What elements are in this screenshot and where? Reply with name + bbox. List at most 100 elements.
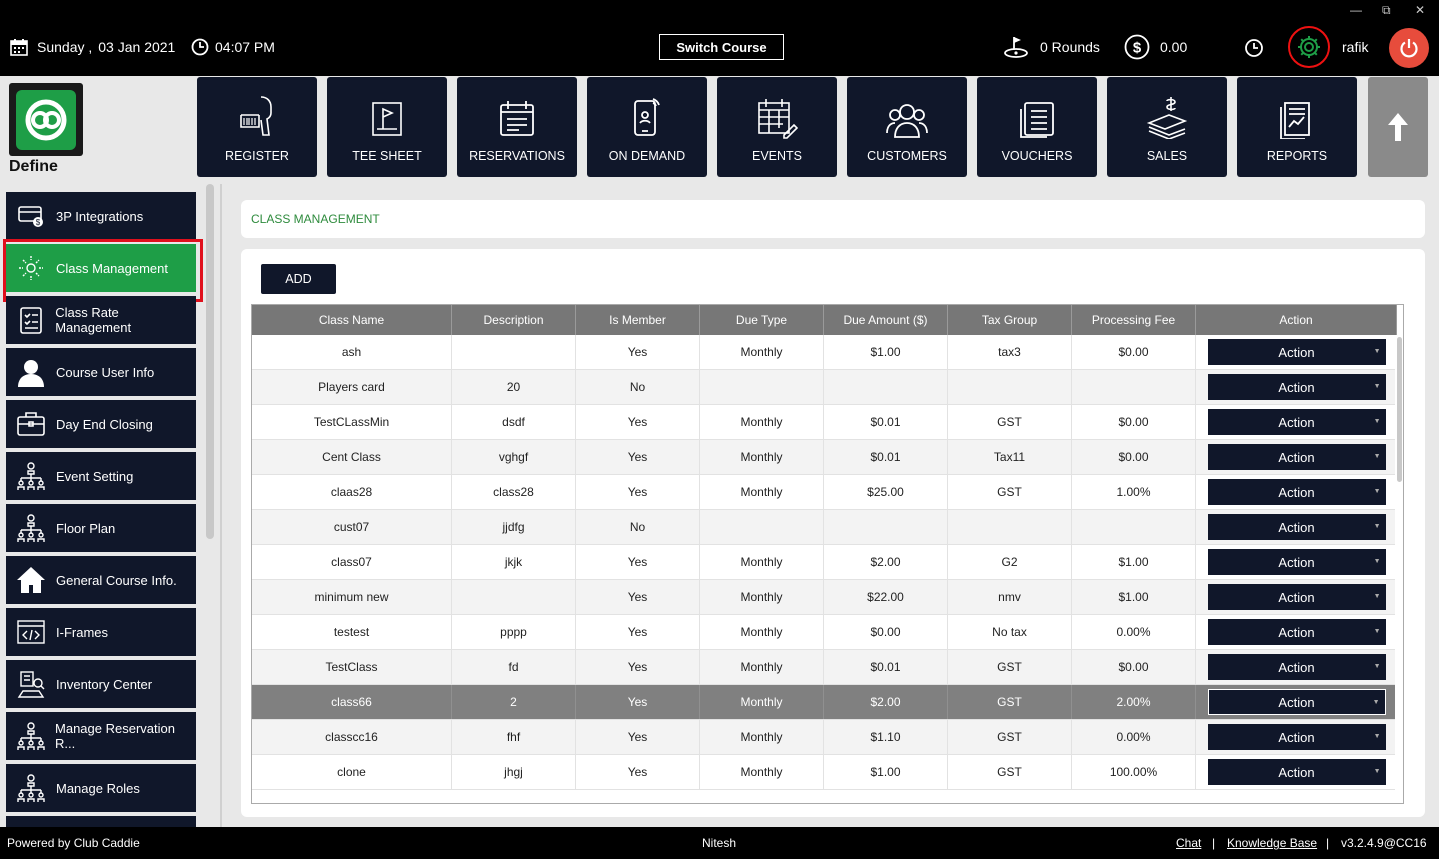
mobile-icon	[634, 98, 660, 136]
money-icon	[1146, 97, 1188, 139]
sidebar-item-floor-plan[interactable]: Floor Plan	[6, 504, 196, 552]
settings-button[interactable]	[1288, 26, 1330, 68]
scroll-thumb[interactable]	[1397, 337, 1402, 482]
add-button[interactable]: ADD	[261, 264, 336, 294]
table-cell	[452, 580, 576, 614]
column-header[interactable]: Due Type	[700, 305, 824, 335]
action-dropdown[interactable]: Action ▼	[1207, 514, 1386, 540]
sidebar-item-day-end-closing[interactable]: Day End Closing	[6, 400, 196, 448]
table-row[interactable]: cust07 jjdfg No Action ▼	[252, 510, 1397, 545]
switch-course-button[interactable]: Switch Course	[659, 34, 784, 60]
table-cell: $0.00	[1072, 405, 1196, 439]
table-cell: Monthly	[700, 475, 824, 509]
column-header[interactable]: Processing Fee	[1072, 305, 1196, 335]
column-header[interactable]: Tax Group	[948, 305, 1072, 335]
table-row[interactable]: claas28 class28 Yes Monthly $25.00 GST 1.00% Ac…	[252, 475, 1397, 510]
table-scrollbar[interactable]	[1395, 335, 1403, 803]
balance-text: 0.00	[1160, 39, 1188, 55]
window-close-button[interactable]: ✕	[1415, 3, 1425, 17]
nav-register[interactable]: REGISTER	[197, 77, 317, 177]
action-dropdown[interactable]: Action ▼	[1207, 654, 1386, 680]
sidebar-item-manage-roles[interactable]: Manage Roles	[6, 764, 196, 812]
chat-link[interactable]: Chat	[1176, 836, 1201, 850]
action-dropdown[interactable]: Action ▼	[1207, 444, 1386, 470]
table-row[interactable]: Cent Class vghgf Yes Monthly $0.01 Tax11 $0.00…	[252, 440, 1397, 475]
nav-reports[interactable]: REPORTS	[1237, 77, 1357, 177]
sidebar-item-label: Class Rate Management	[55, 305, 132, 335]
column-header[interactable]: Description	[452, 305, 576, 335]
action-dropdown[interactable]: Action ▼	[1207, 409, 1386, 435]
main-panel: ADD Class Name Description Is Member Due Ty…	[241, 249, 1425, 817]
action-cell: Action ▼	[1196, 650, 1397, 684]
nav-reports-label: REPORTS	[1266, 149, 1328, 163]
table-row[interactable]: classcc16 fhf Yes Monthly $1.10 GST 0.00% Actio…	[252, 720, 1397, 755]
chevron-down-icon: ▼	[1373, 348, 1381, 355]
table-cell: $25.00	[824, 475, 948, 509]
nav-on-demand[interactable]: ON DEMAND	[587, 77, 707, 177]
sidebar-item-general-course-info[interactable]: General Course Info.	[6, 556, 196, 604]
action-dropdown[interactable]: Action ▼	[1207, 759, 1386, 785]
action-dropdown[interactable]: Action ▼	[1207, 339, 1386, 365]
column-header[interactable]: Class Name	[252, 305, 452, 335]
logout-button[interactable]	[1389, 28, 1429, 68]
sidebar-item-more[interactable]	[6, 816, 196, 827]
table-row[interactable]: testest pppp Yes Monthly $0.00 No tax 0.00% Act…	[252, 615, 1397, 650]
sidebar-item-3p-integrations[interactable]: $ 3P Integrations	[6, 192, 196, 240]
table-cell: class07	[252, 545, 452, 579]
window-restore-button[interactable]: ⧉	[1382, 3, 1391, 18]
sidebar-item-inventory-center[interactable]: Inventory Center	[6, 660, 196, 708]
table-row[interactable]: ash Yes Monthly $1.00 tax3 $0.00 Action ▼	[252, 335, 1397, 370]
table-cell: $0.01	[824, 440, 948, 474]
action-dropdown[interactable]: Action ▼	[1207, 479, 1386, 505]
sidebar-item-i-frames[interactable]: I-Frames	[6, 608, 196, 656]
knowledge-base-link[interactable]: Knowledge Base	[1227, 836, 1317, 850]
app-logo[interactable]	[9, 83, 83, 156]
table-cell: 2	[452, 685, 576, 719]
user-name[interactable]: rafik	[1342, 39, 1368, 55]
table-cell: $0.00	[1072, 440, 1196, 474]
sidebar-item-manage-reservation[interactable]: Manage Reservation R...	[6, 712, 196, 760]
column-header[interactable]: Action	[1196, 305, 1397, 335]
nav-customers-label: CUSTOMERS	[867, 149, 947, 163]
action-cell: Action ▼	[1196, 440, 1397, 474]
table-row[interactable]: class07 jkjk Yes Monthly $2.00 G2 $1.00 Action ▼	[252, 545, 1397, 580]
action-dropdown[interactable]: Action ▼	[1207, 689, 1386, 715]
action-dropdown[interactable]: Action ▼	[1207, 374, 1386, 400]
nav-events[interactable]: EVENTS	[717, 77, 837, 177]
table-row[interactable]: class66 2 Yes Monthly $2.00 GST 2.00% Action ▼	[252, 685, 1397, 720]
action-dropdown[interactable]: Action ▼	[1207, 584, 1386, 610]
nav-vouchers[interactable]: VOUCHERS	[977, 77, 1097, 177]
window-minimize-button[interactable]: —	[1350, 3, 1362, 17]
sidebar-scrollbar[interactable]	[206, 184, 214, 539]
table-cell: Monthly	[700, 440, 824, 474]
table-row[interactable]: Players card 20 No Action ▼	[252, 370, 1397, 405]
history-button[interactable]	[1244, 38, 1264, 58]
nav-sales-label: SALES	[1146, 149, 1188, 163]
nav-reservations[interactable]: RESERVATIONS	[457, 77, 577, 177]
scroll-up-button[interactable]	[1368, 77, 1428, 177]
table-row[interactable]: minimum new Yes Monthly $22.00 nmv $1.00 Actio…	[252, 580, 1397, 615]
nav-sales[interactable]: SALES	[1107, 77, 1227, 177]
inventory-icon	[6, 669, 56, 699]
table-cell: nmv	[948, 580, 1072, 614]
action-dropdown[interactable]: Action ▼	[1207, 724, 1386, 750]
table-row[interactable]: TestCLassMin dsdf Yes Monthly $0.01 GST $0.00 A…	[252, 405, 1397, 440]
action-dropdown[interactable]: Action ▼	[1207, 549, 1386, 575]
table-row[interactable]: TestClass fd Yes Monthly $0.01 GST $0.00 Action…	[252, 650, 1397, 685]
table-cell: pppp	[452, 615, 576, 649]
action-dropdown[interactable]: Action ▼	[1207, 619, 1386, 645]
action-label: Action	[1278, 449, 1315, 465]
nav-tee-sheet[interactable]: TEE SHEET	[327, 77, 447, 177]
sidebar-item-label: I-Frames	[56, 624, 108, 640]
table-cell: class28	[452, 475, 576, 509]
table-row[interactable]: clone jhgj Yes Monthly $1.00 GST 100.00% Action…	[252, 755, 1397, 790]
chevron-down-icon: ▼	[1373, 418, 1381, 425]
sidebar-item-class-rate-management[interactable]: Class Rate Management	[6, 296, 196, 344]
sidebar-item-course-user-info[interactable]: Course User Info	[6, 348, 196, 396]
column-header[interactable]: Is Member	[576, 305, 700, 335]
nav-customers[interactable]: CUSTOMERS	[847, 77, 967, 177]
table-cell: GST	[948, 650, 1072, 684]
class-table: Class Name Description Is Member Due Type Du…	[251, 304, 1404, 804]
sidebar-item-event-setting[interactable]: Event Setting	[6, 452, 196, 500]
column-header[interactable]: Due Amount ($)	[824, 305, 948, 335]
